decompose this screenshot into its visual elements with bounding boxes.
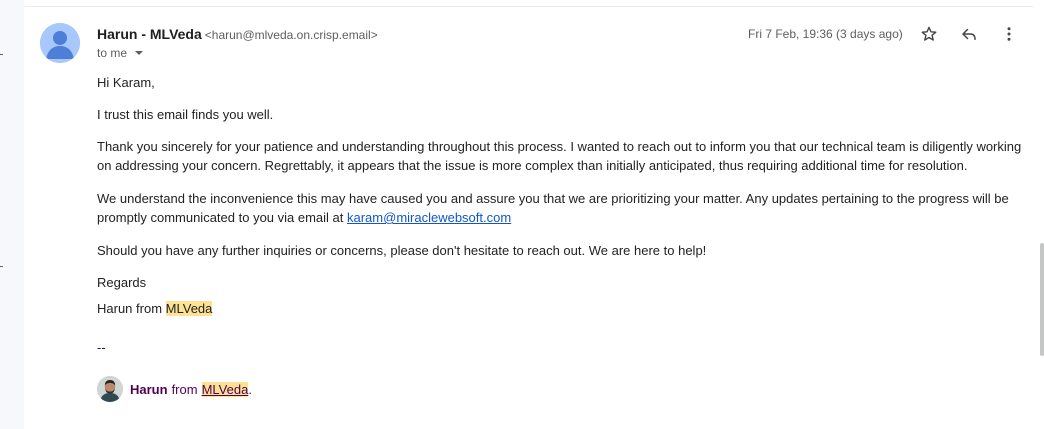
status-paragraph: Thank you sincerely for your patience an… (97, 139, 1022, 173)
pane-edge-mark (0, 54, 3, 55)
more-vert-icon (1007, 27, 1011, 41)
greeting-paragraph: Hi Karam, (97, 75, 155, 90)
email-link[interactable]: karam@miraclewebsoft.com (347, 210, 511, 225)
brand-highlight: MLVeda (165, 301, 213, 316)
signature-from: from (171, 381, 198, 397)
signature-separator: -- (97, 340, 106, 355)
top-divider (25, 6, 1033, 7)
signoff-text: Harun from (97, 301, 166, 316)
regards-line: Regards (97, 275, 147, 290)
message-date: Fri 7 Feb, 19:36 (3 days ago) (748, 27, 903, 41)
left-pane-edge (0, 0, 24, 429)
sender-name[interactable]: Harun - MLVeda (97, 26, 202, 42)
signoff-line: Harun from MLVeda (97, 299, 213, 318)
updates-paragraph: We understand the inconvenience this may… (97, 189, 1022, 227)
updates-text: We understand the inconvenience this may… (97, 191, 1009, 225)
email-view: Harun - MLVeda <harun@mlveda.on.crisp.ema… (0, 0, 1044, 429)
recipient-line[interactable]: to me (97, 45, 144, 61)
signature-block: Harun from MLVeda. (97, 376, 252, 402)
signature-brand-link[interactable]: MLVeda (201, 381, 249, 397)
scrollbar-thumb[interactable] (1040, 243, 1044, 356)
reply-button[interactable] (957, 22, 981, 46)
pane-edge-mark (0, 266, 3, 267)
reply-icon (962, 28, 976, 40)
signature-period: . (248, 381, 252, 397)
caret-down-icon[interactable] (135, 51, 144, 55)
signature-name: Harun (130, 381, 168, 397)
star-icon (921, 26, 937, 41)
recipient-label: to me (97, 46, 128, 60)
sender-line: Harun - MLVeda <harun@mlveda.on.crisp.ema… (97, 25, 378, 44)
opening-paragraph: I trust this email finds you well. (97, 107, 274, 122)
closing-paragraph: Should you have any further inquiries or… (97, 243, 707, 258)
more-options-button[interactable] (997, 22, 1021, 46)
person-avatar-icon[interactable] (40, 23, 80, 63)
right-gutter (1034, 0, 1044, 429)
star-button[interactable] (917, 22, 941, 46)
signature-avatar (97, 376, 123, 402)
sender-email: <harun@mlveda.on.crisp.email> (204, 28, 378, 42)
